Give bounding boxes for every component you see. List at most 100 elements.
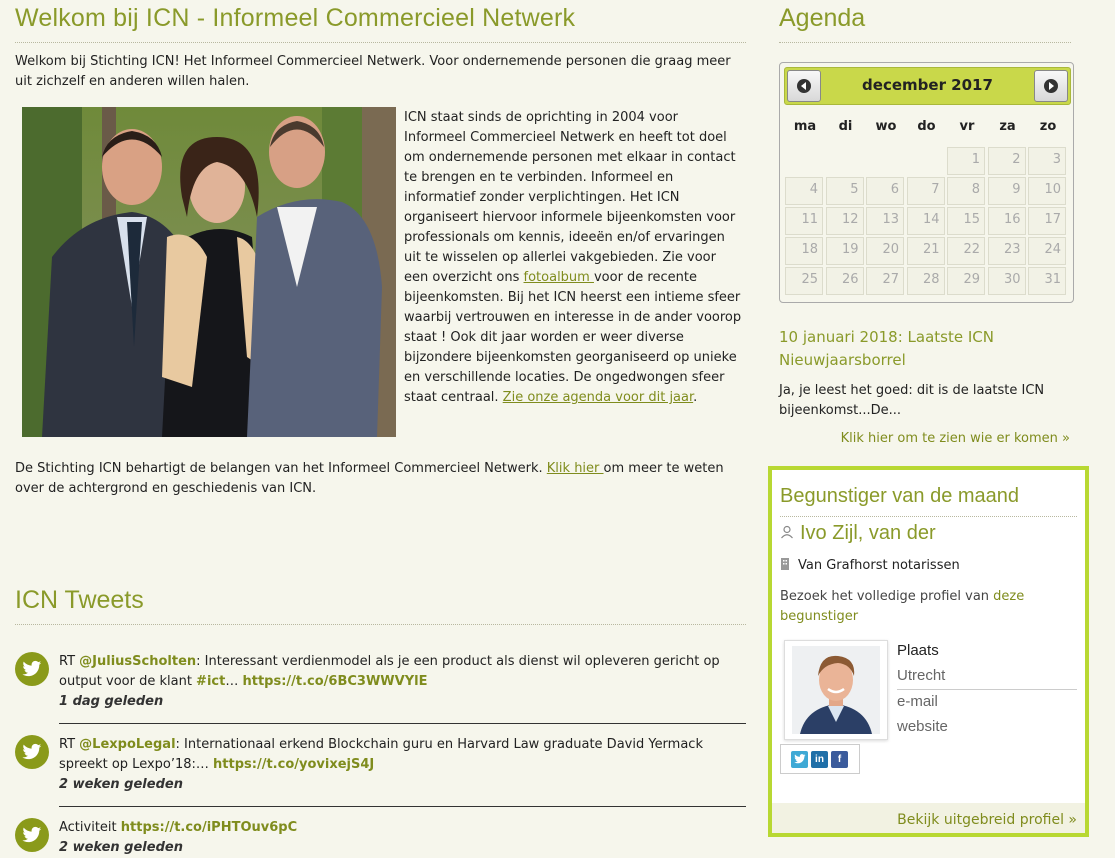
- agenda-link[interactable]: Zie onze agenda voor dit jaar: [503, 390, 693, 405]
- facebook-icon[interactable]: f: [831, 750, 848, 768]
- intro-text: Welkom bij Stichting ICN! Het Informeel …: [15, 54, 731, 89]
- calendar-day[interactable]: 22: [947, 237, 985, 265]
- calendar-day[interactable]: 15: [947, 207, 985, 235]
- calendar-day[interactable]: 7: [906, 177, 945, 205]
- calendar-day[interactable]: 28: [906, 267, 945, 295]
- calendar-day[interactable]: 30: [987, 267, 1026, 295]
- calendar-day[interactable]: 14: [906, 207, 945, 235]
- next-month-button[interactable]: [1034, 70, 1068, 102]
- divider: [59, 723, 746, 724]
- click-here-link[interactable]: Klik hier: [547, 461, 604, 476]
- calendar-day[interactable]: 9: [987, 177, 1026, 205]
- sponsor-company-row: Van Grafhorst notarissen: [780, 557, 960, 574]
- event-description: Ja, je leest het goed: dit is de laatste…: [779, 383, 1045, 418]
- tweet-text: RT @LexpoLegal: Internationaal erkend Bl…: [59, 735, 746, 795]
- event-title[interactable]: 10 januari 2018: Laatste ICN Nieuwjaarsb…: [779, 326, 1069, 372]
- calendar-day[interactable]: 12: [825, 207, 864, 235]
- tweet-url-link[interactable]: https://t.co/6BC3WWVYlE: [242, 674, 427, 689]
- sponsor-title: Begunstiger van de maand: [780, 485, 1020, 507]
- calendar-day[interactable]: 31: [1028, 267, 1066, 295]
- group-photo: [22, 107, 396, 437]
- tweet-ellipsis: …: [225, 674, 243, 689]
- calendar-day[interactable]: 6: [866, 177, 904, 205]
- weekday-label: za: [999, 119, 1016, 134]
- calendar-day[interactable]: 26: [825, 267, 864, 295]
- sponsor-name[interactable]: Ivo Zijl, van der: [800, 522, 936, 545]
- view-full-profile-link[interactable]: Bekijk uitgebreid profiel »: [897, 812, 1077, 828]
- calendar-day[interactable]: 20: [866, 237, 904, 265]
- twitter-bird-icon: [15, 735, 49, 769]
- weekday-label: do: [917, 119, 936, 134]
- divider: [15, 42, 746, 43]
- calendar-day[interactable]: 27: [866, 267, 904, 295]
- tweet-prefix: RT: [59, 737, 80, 752]
- arrow-right-icon: [1044, 79, 1058, 93]
- calendar-day[interactable]: 10: [1028, 177, 1066, 205]
- body-text-part2: voor de recente bijeenkomsten. Bij het I…: [404, 270, 742, 405]
- tweet-handle-link[interactable]: @JuliusScholten: [79, 654, 196, 669]
- avatar: [784, 640, 888, 740]
- tweet-url-link[interactable]: https://t.co/yovixejS4J: [213, 757, 374, 772]
- prev-month-button[interactable]: [787, 70, 821, 102]
- divider: [779, 42, 1071, 43]
- body-text-part1: ICN staat sinds de oprichting in 2004 vo…: [404, 110, 736, 285]
- calendar-day[interactable]: 4: [785, 177, 823, 205]
- visit-text: Bezoek het volledige profiel van: [780, 589, 994, 604]
- divider: [897, 689, 1077, 690]
- tweet-prefix: RT: [59, 654, 80, 669]
- arrow-left-icon: [797, 79, 811, 93]
- tweets-title: ICN Tweets: [15, 586, 144, 614]
- calendar-day[interactable]: 5: [825, 177, 864, 205]
- twitter-bird-icon: [15, 818, 49, 852]
- agenda-title: Agenda: [779, 4, 866, 32]
- calendar-day[interactable]: 16: [987, 207, 1026, 235]
- sponsor-name-row: Ivo Zijl, van der: [780, 522, 936, 545]
- tweet-text: Activiteit https://t.co/iPHTOuv6pC 2 wek…: [59, 818, 746, 858]
- tweet-handle-link[interactable]: @LexpoLegal: [79, 737, 175, 752]
- tweet-text: RT @JuliusScholten: Interessant verdienm…: [59, 652, 746, 712]
- calendar-day[interactable]: 24: [1028, 237, 1066, 265]
- divider: [780, 516, 1077, 517]
- twitter-bird-icon: [15, 652, 49, 686]
- email-link[interactable]: e-mail: [897, 693, 938, 710]
- calendar-day[interactable]: 25: [785, 267, 823, 295]
- weekday-label: ma: [793, 119, 817, 134]
- divider: [59, 806, 746, 807]
- calendar-month: december 2017: [862, 76, 993, 94]
- sponsor-box: Begunstiger van de maand Ivo Zijl, van d…: [768, 466, 1089, 837]
- linkedin-icon[interactable]: in: [811, 750, 828, 768]
- place-label: Plaats: [897, 642, 939, 659]
- calendar-header: december 2017: [784, 67, 1071, 105]
- website-link[interactable]: website: [897, 718, 948, 735]
- calendar-day[interactable]: 13: [866, 207, 904, 235]
- calendar-day[interactable]: 18: [785, 237, 823, 265]
- tweet-url-link[interactable]: https://t.co/iPHTOuv6pC: [121, 820, 297, 835]
- calendar-day[interactable]: 21: [906, 237, 945, 265]
- tweet-hashtag-link[interactable]: #ict: [196, 674, 225, 689]
- sponsor-company: Van Grafhorst notarissen: [798, 558, 960, 573]
- place-value: Utrecht: [897, 667, 946, 684]
- calendar-day[interactable]: 17: [1028, 207, 1066, 235]
- calendar-day[interactable]: 23: [987, 237, 1026, 265]
- calendar-day[interactable]: 3: [1028, 147, 1066, 175]
- event-attendees-link[interactable]: Klik hier om te zien wie er komen »: [841, 431, 1070, 446]
- tweet-time: 2 weken geleden: [59, 840, 183, 855]
- calendar-day[interactable]: 2: [987, 147, 1026, 175]
- calendar-day[interactable]: 11: [785, 207, 823, 235]
- calendar-day[interactable]: 1: [947, 147, 985, 175]
- fotoalbum-link[interactable]: fotoalbum: [524, 270, 594, 285]
- body-text-part3: .: [693, 390, 698, 405]
- sponsor-visit-text: Bezoek het volledige profiel van deze be…: [780, 587, 1070, 627]
- calendar-day[interactable]: 29: [947, 267, 985, 295]
- body-text: ICN staat sinds de oprichting in 2004 vo…: [404, 108, 744, 408]
- tweet-time: 1 dag geleden: [59, 694, 164, 709]
- sponsor-footer: Bekijk uitgebreid profiel »: [772, 803, 1085, 833]
- foundation-text-part1: De Stichting ICN behartigt de belangen v…: [15, 461, 547, 476]
- calendar-day[interactable]: 8: [947, 177, 985, 205]
- tweet-prefix: Activiteit: [59, 820, 121, 835]
- tweet-time: 2 weken geleden: [59, 777, 183, 792]
- calendar-day[interactable]: 19: [825, 237, 864, 265]
- twitter-icon[interactable]: [791, 750, 808, 768]
- social-links: in f: [780, 744, 860, 774]
- divider: [15, 624, 746, 625]
